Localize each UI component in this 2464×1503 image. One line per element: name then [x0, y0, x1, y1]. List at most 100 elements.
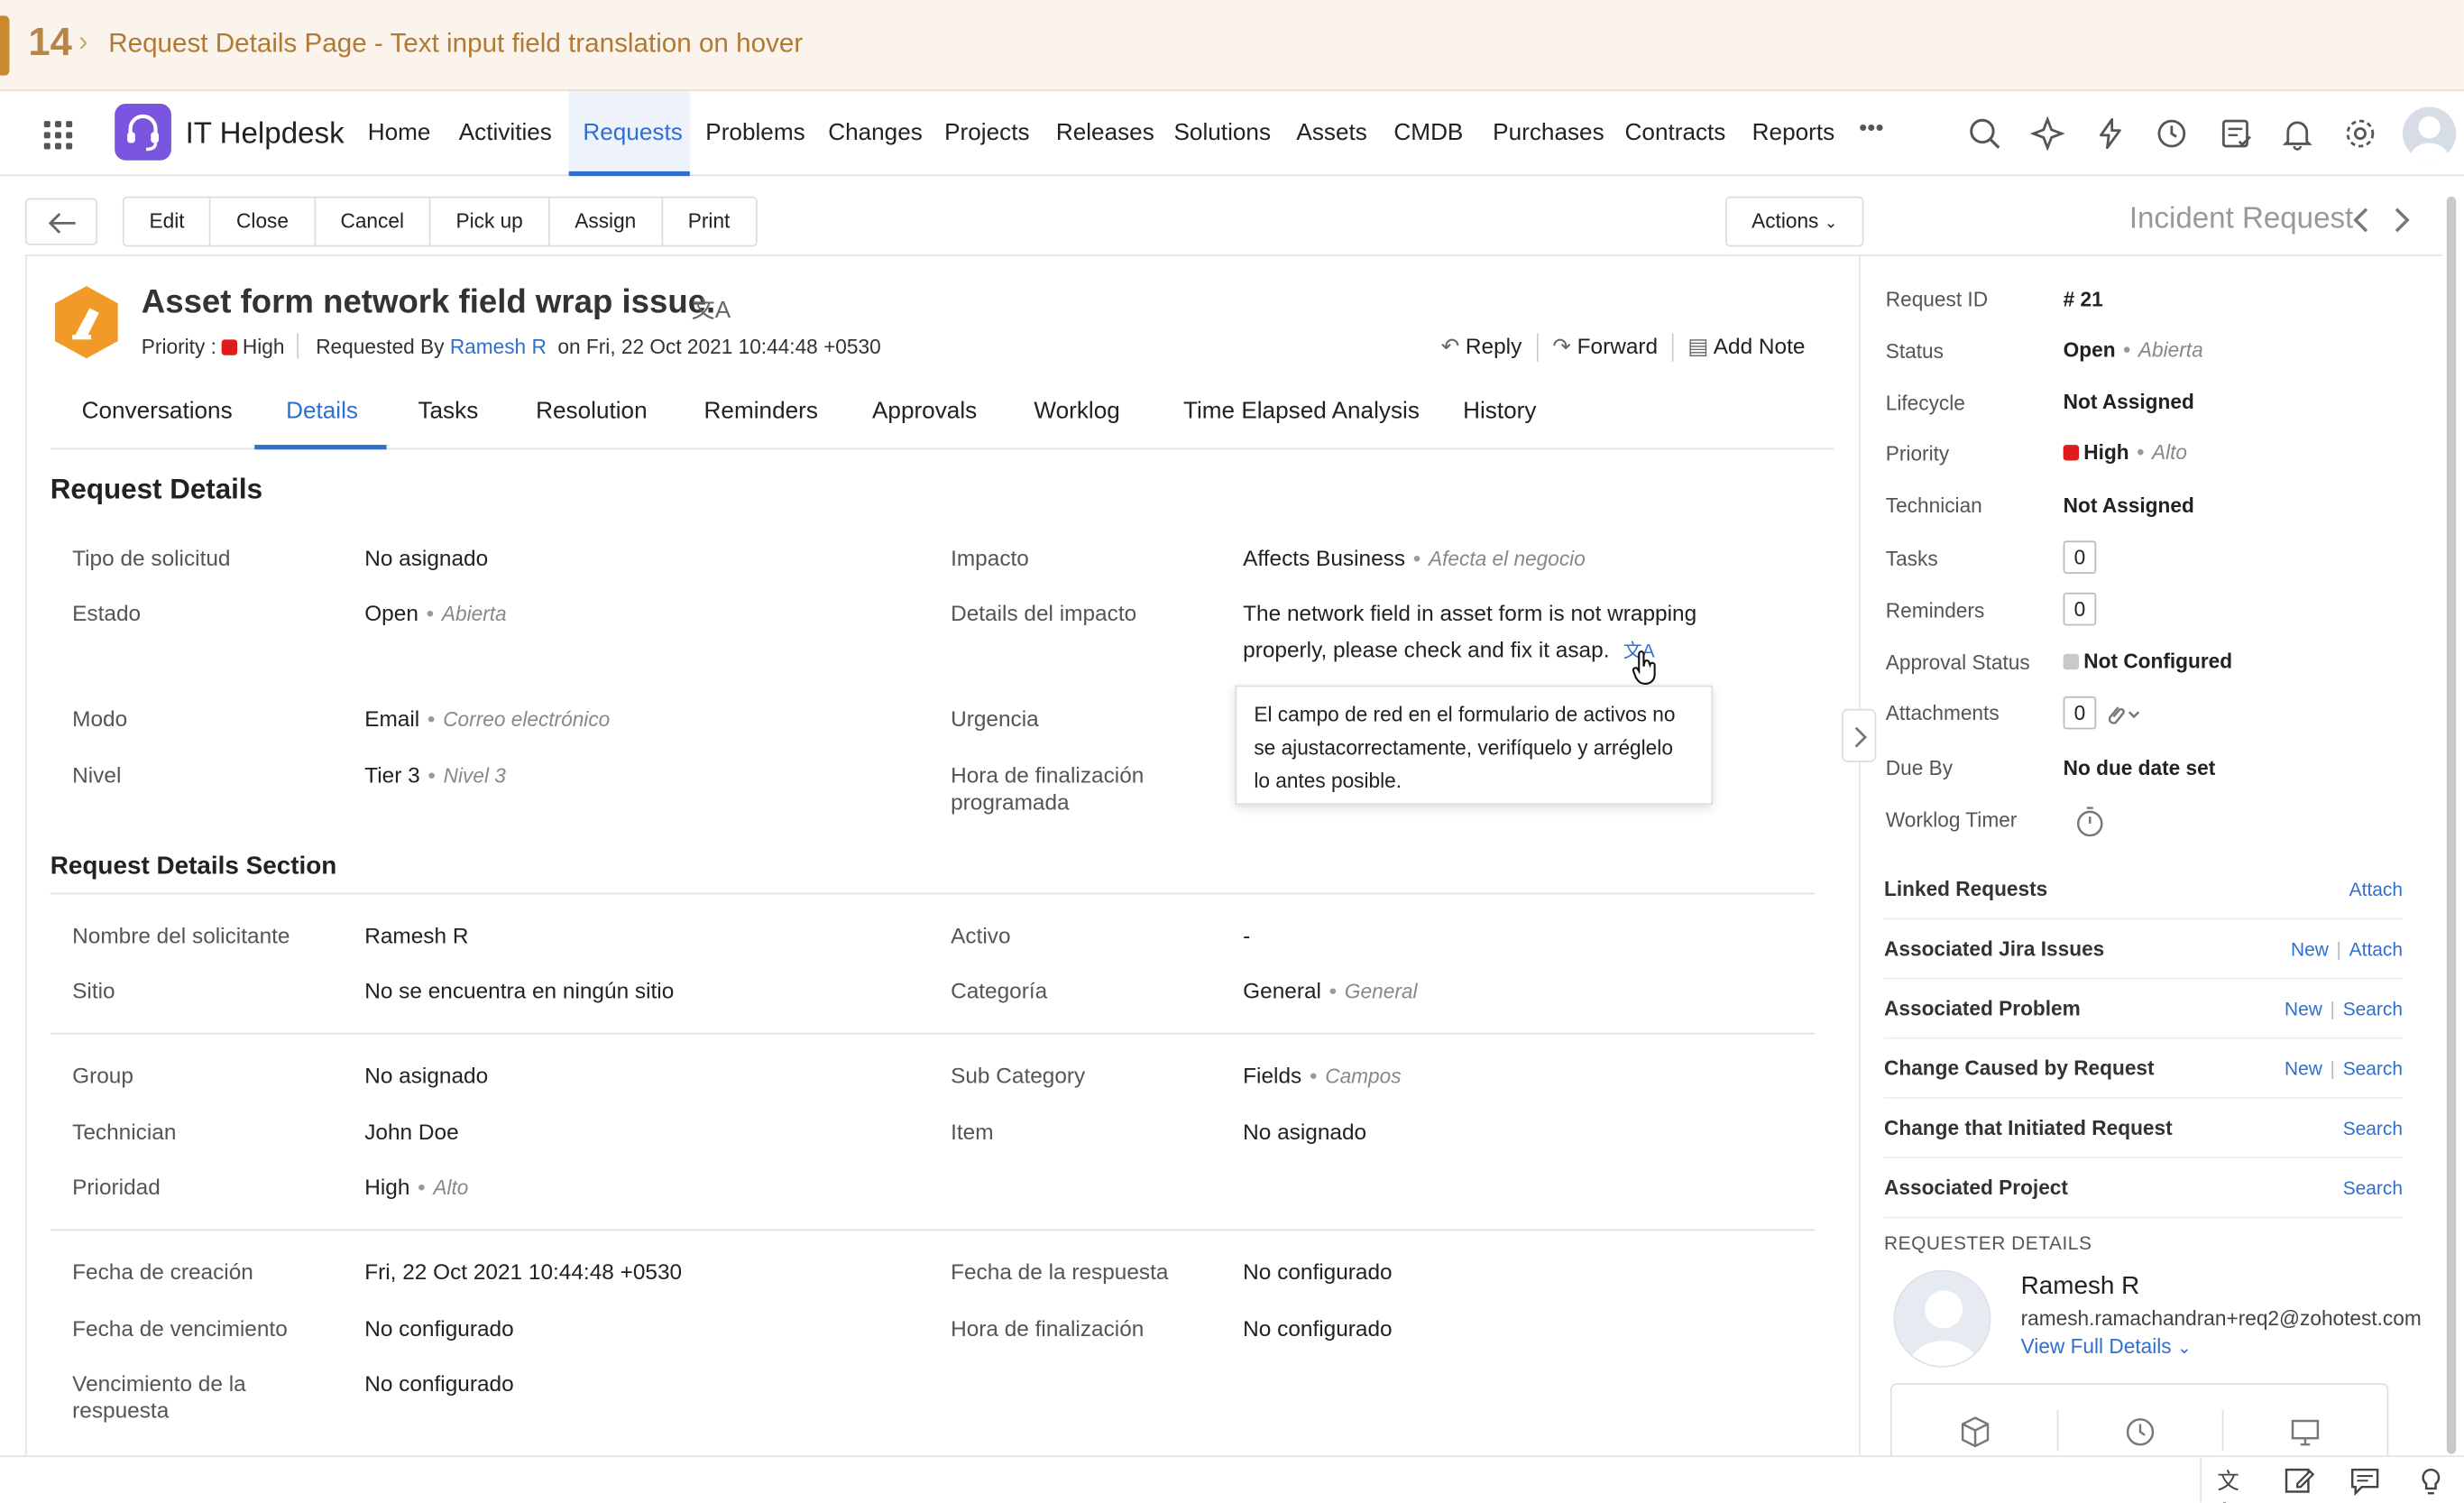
timer-icon[interactable] [2074, 805, 2106, 839]
translate-icon[interactable]: 文A [692, 292, 731, 326]
technician-value[interactable]: Not Assigned [2064, 493, 2194, 517]
nav-activities[interactable]: Activities [459, 119, 552, 146]
divider [1536, 333, 1539, 362]
next-request-icon[interactable] [2388, 204, 2413, 235]
paperclip-icon[interactable] [2104, 701, 2142, 726]
prev-request-icon[interactable] [2349, 204, 2375, 235]
request-subject: Asset form network field wrap issue. [141, 284, 716, 321]
app-grid-icon[interactable] [43, 121, 73, 150]
reply-button[interactable]: ↶ Reply [1441, 333, 1522, 360]
edit-button[interactable]: Edit [124, 198, 212, 245]
checklist-icon[interactable] [2219, 116, 2253, 151]
bell-icon[interactable] [2280, 116, 2314, 151]
sidebar-label: Technician [1885, 493, 1982, 518]
nav-assets[interactable]: Assets [1296, 119, 1366, 146]
pickup-button[interactable]: Pick up [431, 198, 550, 245]
tab-details[interactable]: Details [286, 398, 358, 425]
clock-icon[interactable] [2123, 1415, 2157, 1449]
sparkle-icon[interactable] [2030, 115, 2065, 152]
assign-button[interactable]: Assign [549, 198, 663, 245]
actions-dropdown[interactable]: Actions ⌄ [1725, 196, 1864, 247]
cancel-button[interactable]: Cancel [316, 198, 431, 245]
chat-icon[interactable] [2349, 1465, 2381, 1497]
divider [2056, 1409, 2059, 1452]
field-venc-resp-value: No configurado [364, 1370, 514, 1397]
close-button[interactable]: Close [211, 198, 316, 245]
action-button-group: Edit Close Cancel Pick up Assign Print [122, 196, 757, 247]
divider [2200, 1457, 2202, 1503]
monitor-icon[interactable] [2288, 1415, 2322, 1449]
new-link[interactable]: New [2291, 938, 2329, 960]
edit-note-icon[interactable] [2284, 1465, 2315, 1497]
history-icon[interactable] [2155, 116, 2189, 151]
screen: 14 › Request Details Page - Text input f… [0, 0, 2464, 1503]
nav-changes[interactable]: Changes [828, 119, 923, 146]
field-label: Modo [72, 705, 128, 732]
lightning-icon[interactable] [2093, 116, 2128, 151]
tab-worklog[interactable]: Worklog [1034, 398, 1119, 425]
search-link[interactable]: Search [2343, 1058, 2403, 1080]
priority-value[interactable]: High • Alto [2063, 440, 2187, 464]
tab-approvals[interactable]: Approvals [872, 398, 977, 425]
tab-tasks[interactable]: Tasks [418, 398, 478, 425]
app-title: IT Helpdesk [185, 117, 345, 152]
tab-time-elapsed[interactable]: Time Elapsed Analysis [1183, 398, 1420, 425]
nav-solutions[interactable]: Solutions [1173, 119, 1271, 146]
back-button[interactable] [24, 198, 98, 245]
active-tab-indicator [254, 445, 387, 450]
lifecycle-value[interactable]: Not Assigned [2064, 390, 2194, 413]
field-modo-value: Email • Correo electrónico [364, 705, 611, 732]
new-link[interactable]: New [2285, 998, 2322, 1019]
search-link[interactable]: Search [2343, 1118, 2403, 1139]
due-by-value[interactable]: No due date set [2064, 756, 2216, 779]
nav-releases[interactable]: Releases [1056, 119, 1154, 146]
cube-icon[interactable] [1958, 1415, 1992, 1449]
lightbulb-icon[interactable] [2415, 1465, 2447, 1497]
tab-resolution[interactable]: Resolution [536, 398, 648, 425]
tab-history[interactable]: History [1463, 398, 1536, 425]
nav-requests[interactable]: Requests [583, 119, 682, 146]
attach-link[interactable]: Attach [2349, 938, 2403, 960]
nav-more-icon[interactable]: ••• [1859, 115, 1883, 142]
requester-details-heading: REQUESTER DETAILS [1884, 1231, 2092, 1255]
search-link[interactable]: Search [2343, 1177, 2403, 1199]
nav-home[interactable]: Home [368, 119, 431, 146]
requested-by: Requested By Ramesh R on Fri, 22 Oct 202… [316, 335, 881, 359]
translation-tooltip: El campo de red en el formulario de acti… [1235, 685, 1714, 806]
status-value[interactable]: Open • Abierta [2064, 338, 2203, 362]
nav-reports[interactable]: Reports [1752, 119, 1835, 146]
reminders-count[interactable]: 0 [2063, 592, 2097, 626]
nav-problems[interactable]: Problems [705, 119, 804, 146]
linked-requests-row: Linked Requests Attach [1884, 860, 2403, 920]
tasks-count[interactable]: 0 [2063, 540, 2097, 574]
search-link[interactable]: Search [2343, 998, 2403, 1019]
section-divider [50, 892, 1816, 895]
field-activo-value: - [1243, 922, 1251, 948]
add-note-button[interactable]: ▤ Add Note [1687, 333, 1805, 360]
attach-link[interactable]: Attach [2349, 879, 2403, 900]
search-icon[interactable] [1967, 116, 2001, 151]
new-link[interactable]: New [2285, 1058, 2322, 1080]
nav-projects[interactable]: Projects [944, 119, 1029, 146]
user-avatar[interactable] [2402, 106, 2457, 161]
field-categoria-value: General • General [1243, 977, 1418, 1003]
tab-reminders[interactable]: Reminders [704, 398, 818, 425]
page-scrollbar[interactable] [2446, 196, 2457, 1454]
print-button[interactable]: Print [663, 198, 755, 245]
nav-purchases[interactable]: Purchases [1493, 119, 1604, 146]
gear-icon[interactable] [2343, 116, 2377, 151]
divider [1671, 333, 1674, 362]
field-label: Technician [72, 1119, 177, 1145]
attachments-count[interactable]: 0 [2063, 696, 2097, 730]
sidebar-label: Lifecycle [1885, 391, 1965, 415]
nav-cmdb[interactable]: CMDB [1393, 119, 1463, 146]
requester-link[interactable]: Ramesh R [450, 335, 547, 358]
nav-contracts[interactable]: Contracts [1625, 119, 1726, 146]
forward-button[interactable]: ↷ Forward [1552, 333, 1658, 360]
associated-problem-row: Associated Problem New | Search [1884, 979, 2403, 1039]
tab-conversations[interactable]: Conversations [82, 398, 233, 425]
translate-icon[interactable]: 文A [2217, 1465, 2248, 1502]
forward-icon: ↷ [1552, 333, 1571, 359]
sidebar-toggle-button[interactable] [1841, 708, 1877, 763]
view-full-details-link[interactable]: View Full Details ⌄ [2021, 1334, 2192, 1358]
